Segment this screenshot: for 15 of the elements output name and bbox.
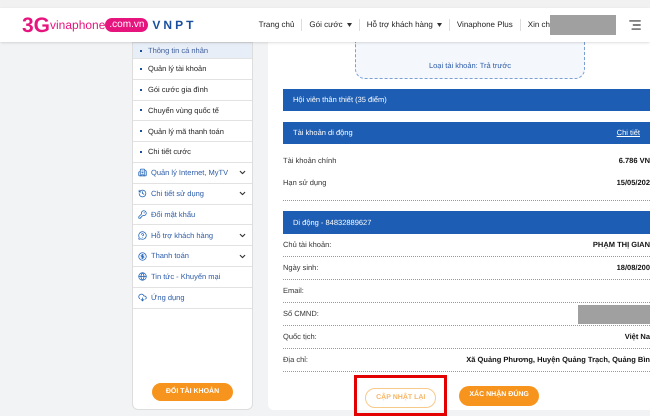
nav-link[interactable]: Vinaphone Plus [448, 19, 520, 31]
caret-icon [346, 23, 352, 27]
key-icon [138, 210, 147, 219]
clock-icon [138, 189, 147, 198]
nav-link[interactable]: Gói cước [301, 19, 359, 31]
logo[interactable]: 3Gvinaphone .com.vn VNPT [22, 14, 196, 36]
chat-icon [138, 230, 147, 240]
nav-link[interactable]: Trang chủ [252, 19, 302, 31]
caret-icon [436, 23, 442, 27]
building-icon [138, 168, 147, 178]
menu-icon[interactable] [628, 18, 642, 32]
cloud-icon [138, 293, 147, 302]
globe-icon [138, 272, 147, 282]
dollar-icon [138, 252, 147, 261]
nav-link[interactable]: Hỗ trợ khách hàng [358, 19, 449, 31]
